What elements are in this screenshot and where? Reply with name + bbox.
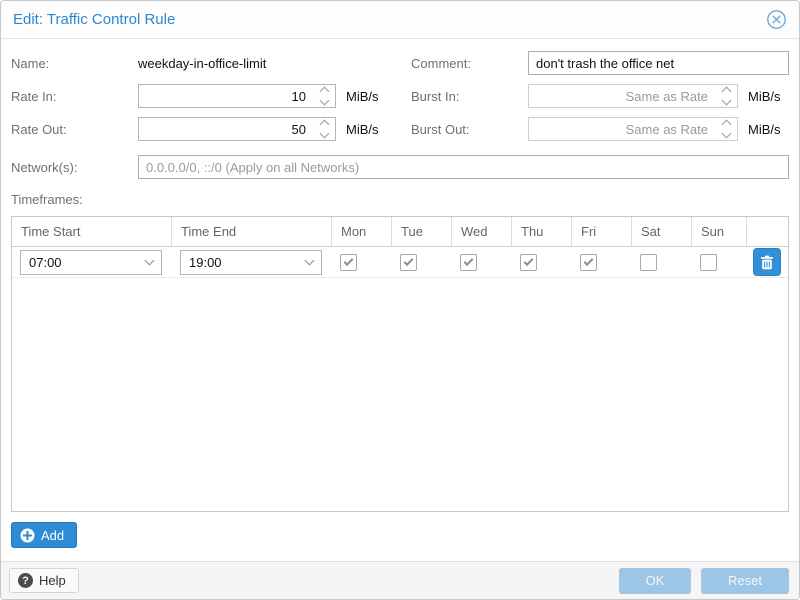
column-header-tue: Tue bbox=[392, 217, 452, 246]
day-checkbox-wed[interactable] bbox=[460, 254, 477, 271]
column-header-time-end: Time End bbox=[172, 217, 332, 246]
timeframes-grid-header: Time Start Time End Mon Tue Wed Thu Fri … bbox=[12, 217, 788, 247]
burst-out-unit: MiB/s bbox=[748, 122, 781, 137]
rate-in-label: Rate In: bbox=[11, 89, 138, 104]
day-checkbox-mon[interactable] bbox=[340, 254, 357, 271]
close-icon[interactable] bbox=[765, 9, 787, 31]
row-rate-burst-out: Rate Out: MiB/s Burst Out: MiB/s bbox=[11, 117, 789, 141]
time-end-select[interactable]: 19:00 bbox=[180, 250, 322, 275]
rate-out-unit: MiB/s bbox=[346, 122, 379, 137]
ok-button[interactable]: OK bbox=[619, 568, 691, 594]
timeframe-row: 07:00 19:00 bbox=[12, 247, 788, 278]
name-label: Name: bbox=[11, 56, 138, 71]
networks-label: Network(s): bbox=[11, 160, 138, 175]
rate-out-input[interactable] bbox=[139, 118, 313, 140]
help-button[interactable]: ? Help bbox=[9, 568, 79, 593]
column-header-sat: Sat bbox=[632, 217, 692, 246]
day-checkbox-tue[interactable] bbox=[400, 254, 417, 271]
timeframes-label: Timeframes: bbox=[11, 192, 789, 207]
add-button-label: Add bbox=[41, 528, 64, 543]
dialog-title: Edit: Traffic Control Rule bbox=[13, 11, 175, 28]
traffic-control-rule-dialog: Edit: Traffic Control Rule Name: weekday… bbox=[0, 0, 800, 600]
dialog-footer: ? Help OK Reset bbox=[1, 561, 799, 599]
timeframes-grid-empty-area bbox=[12, 278, 788, 511]
burst-in-input[interactable] bbox=[529, 85, 715, 107]
burst-out-input[interactable] bbox=[529, 118, 715, 140]
column-header-actions bbox=[747, 217, 788, 246]
networks-input[interactable] bbox=[138, 155, 789, 179]
time-start-select[interactable]: 07:00 bbox=[20, 250, 162, 275]
comment-input[interactable] bbox=[528, 51, 789, 75]
day-checkbox-fri[interactable] bbox=[580, 254, 597, 271]
day-checkbox-sat[interactable] bbox=[640, 254, 657, 271]
column-header-fri: Fri bbox=[572, 217, 632, 246]
burst-in-unit: MiB/s bbox=[748, 89, 781, 104]
rate-out-spinner[interactable] bbox=[313, 118, 335, 140]
name-value: weekday-in-office-limit bbox=[138, 56, 266, 71]
column-header-wed: Wed bbox=[452, 217, 512, 246]
rate-in-unit: MiB/s bbox=[346, 89, 379, 104]
rate-in-spinner[interactable] bbox=[313, 85, 335, 107]
add-button[interactable]: Add bbox=[11, 522, 77, 548]
reset-button[interactable]: Reset bbox=[701, 568, 789, 594]
help-button-label: Help bbox=[39, 573, 66, 588]
column-header-mon: Mon bbox=[332, 217, 392, 246]
trash-icon bbox=[760, 255, 774, 270]
rate-in-input[interactable] bbox=[139, 85, 313, 107]
time-end-value: 19:00 bbox=[189, 255, 306, 270]
time-start-value: 07:00 bbox=[29, 255, 146, 270]
comment-label: Comment: bbox=[411, 56, 528, 71]
dialog-body: Name: weekday-in-office-limit Comment: R… bbox=[1, 39, 799, 561]
day-checkbox-thu[interactable] bbox=[520, 254, 537, 271]
burst-in-spinner[interactable] bbox=[715, 85, 737, 107]
delete-row-button[interactable] bbox=[753, 248, 781, 276]
row-networks: Network(s): bbox=[11, 155, 789, 179]
timeframes-grid: Time Start Time End Mon Tue Wed Thu Fri … bbox=[11, 216, 789, 512]
column-header-thu: Thu bbox=[512, 217, 572, 246]
rate-out-field bbox=[138, 117, 336, 141]
burst-in-field bbox=[528, 84, 738, 108]
plus-circle-icon bbox=[20, 528, 35, 543]
column-header-time-start: Time Start bbox=[12, 217, 172, 246]
burst-out-spinner[interactable] bbox=[715, 118, 737, 140]
day-checkbox-sun[interactable] bbox=[700, 254, 717, 271]
question-circle-icon: ? bbox=[18, 573, 33, 588]
burst-out-field bbox=[528, 117, 738, 141]
burst-in-label: Burst In: bbox=[411, 89, 528, 104]
rate-out-label: Rate Out: bbox=[11, 122, 138, 137]
row-name-comment: Name: weekday-in-office-limit Comment: bbox=[11, 51, 789, 75]
row-rate-burst-in: Rate In: MiB/s Burst In: MiB/s bbox=[11, 84, 789, 108]
burst-out-label: Burst Out: bbox=[411, 122, 528, 137]
dialog-titlebar: Edit: Traffic Control Rule bbox=[1, 1, 799, 39]
chevron-down-icon bbox=[145, 256, 155, 266]
column-header-sun: Sun bbox=[692, 217, 747, 246]
rate-in-field bbox=[138, 84, 336, 108]
chevron-down-icon bbox=[305, 256, 315, 266]
